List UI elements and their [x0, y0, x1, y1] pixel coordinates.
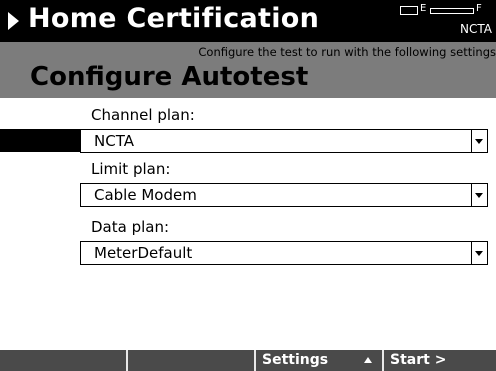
battery-empty-label: E: [420, 3, 427, 14]
page-header: Configure the test to run with the follo…: [0, 42, 496, 98]
limit-plan-value: Cable Modem: [94, 186, 197, 204]
settings-button[interactable]: Settings: [256, 350, 382, 371]
up-arrow-icon: [364, 357, 372, 363]
softkey-bar: Settings Start >: [0, 350, 496, 371]
channel-plan-label: Channel plan:: [91, 106, 195, 124]
settings-label: Settings: [262, 352, 329, 368]
page-subtitle: Configure the test to run with the follo…: [198, 45, 496, 59]
chevron-down-icon[interactable]: [471, 130, 487, 152]
start-button[interactable]: Start >: [384, 350, 496, 371]
softkey-1-button[interactable]: [0, 350, 126, 371]
limit-plan-label: Limit plan:: [91, 160, 171, 178]
plan-tag: NCTA: [460, 22, 492, 36]
data-plan-label: Data plan:: [91, 218, 170, 236]
start-label: Start >: [390, 352, 447, 368]
channel-plan-select[interactable]: NCTA: [80, 129, 488, 153]
chevron-down-icon[interactable]: [471, 242, 487, 264]
app-title: Home Certification: [28, 3, 320, 34]
battery-cell: [400, 6, 418, 15]
title-bar: Home Certification E F NCTA: [0, 0, 496, 42]
data-plan-select[interactable]: MeterDefault: [80, 241, 488, 265]
play-arrow-icon: [8, 12, 19, 30]
softkey-2-button[interactable]: [128, 350, 254, 371]
focus-marker: [0, 129, 80, 152]
battery-level-bar: [430, 8, 474, 14]
page-title: Configure Autotest: [30, 62, 309, 92]
channel-plan-value: NCTA: [94, 132, 134, 150]
battery-gauge-icon: E F: [400, 3, 484, 18]
limit-plan-select[interactable]: Cable Modem: [80, 183, 488, 207]
chevron-down-icon[interactable]: [471, 184, 487, 206]
data-plan-value: MeterDefault: [94, 244, 193, 262]
battery-full-label: F: [476, 3, 482, 14]
